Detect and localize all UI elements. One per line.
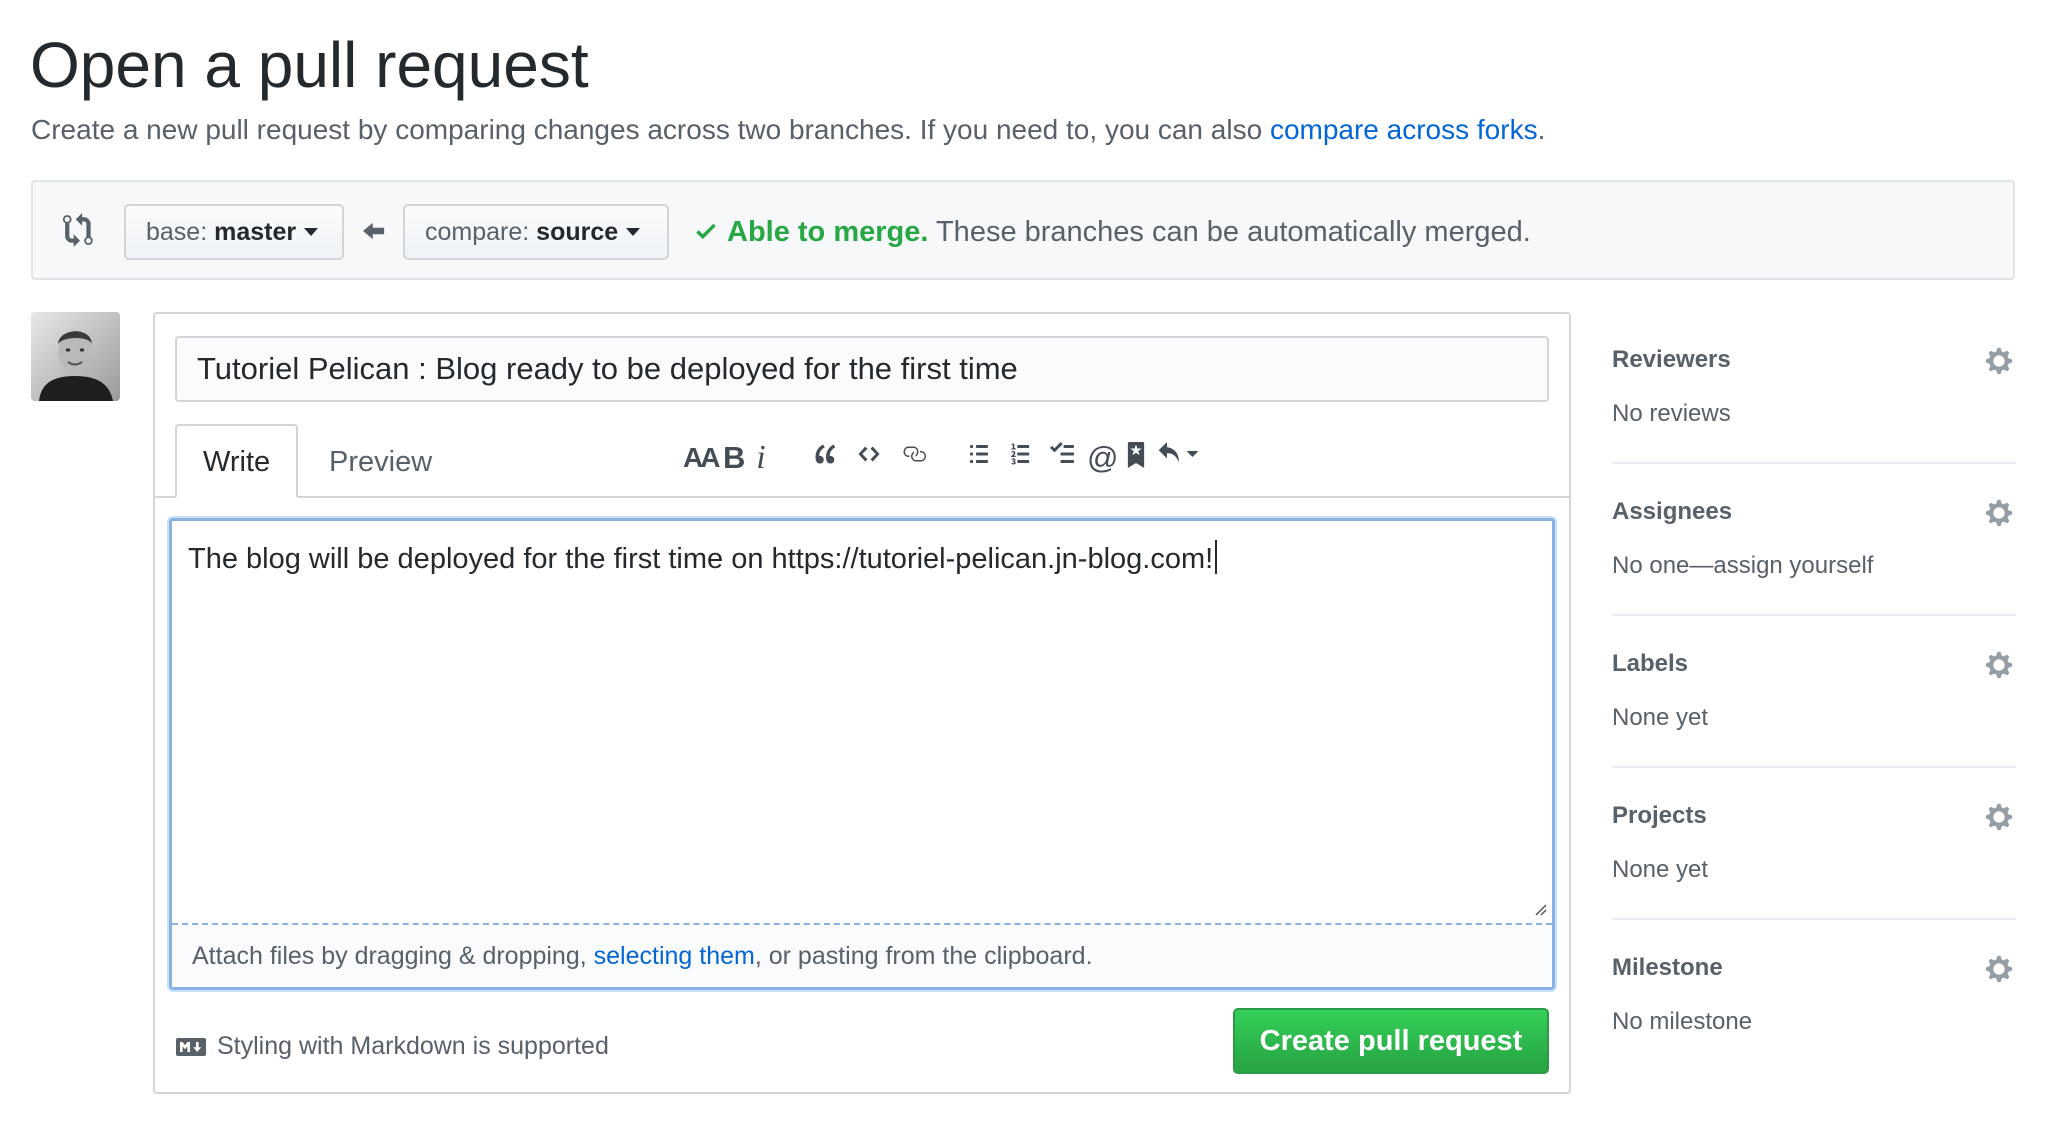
assignees-value[interactable]: No one—assign yourself [1612,550,1873,582]
saved-replies-button[interactable] [1157,436,1201,480]
link-button[interactable] [899,436,929,480]
sidebar-labels: Labels None yet [1612,616,2016,768]
subtitle-suffix: . [1537,114,1546,145]
page-title: Open a pull request [30,29,589,101]
tab-write[interactable]: Write [175,424,299,498]
sidebar-reviewers: Reviewers No reviews [1612,312,2016,464]
labels-heading[interactable]: Labels [1612,648,1688,680]
markdown-icon [176,1038,206,1056]
select-files-link[interactable]: selecting them [594,942,755,970]
merge-ok-label: Able to merge. [727,216,929,248]
italic-button[interactable]: i [753,436,769,480]
header-text-button[interactable]: AA [683,436,720,480]
compare-branch-name: source [536,218,619,246]
chevron-down-icon [626,227,641,236]
page-subtitle: Create a new pull request by comparing c… [31,112,1545,148]
sidebar-assignees: Assignees No one—assign yourself [1612,464,2016,616]
attach-text: Attach files by dragging & dropping, [192,942,594,970]
base-branch-select[interactable]: base: master [124,204,344,260]
quote-button[interactable] [813,436,839,480]
quote-icon [815,444,836,464]
bookmark-icon [1127,442,1145,468]
resize-handle-icon[interactable] [1532,901,1548,917]
attach-suffix: , or pasting from the clipboard. [754,942,1093,970]
arrow-left-icon [363,222,385,240]
subtitle-text: Create a new pull request by comparing c… [31,114,1270,145]
reviewers-value: No reviews [1612,400,1731,427]
sidebar-milestone: Milestone No milestone [1612,920,2016,1072]
check-icon [696,223,716,240]
assignees-heading[interactable]: Assignees [1612,496,1732,528]
tab-preview[interactable]: Preview [301,424,460,498]
base-branch-name: master [214,218,297,246]
milestone-value: No milestone [1612,1008,1753,1035]
merge-status: Able to merge. These branches can be aut… [693,212,1531,252]
compare-range-bar: base: master compare: source Able to mer… [31,180,2015,280]
chevron-down-icon [304,227,319,236]
markdown-note-text: Styling with Markdown is supported [217,1032,609,1060]
milestone-heading[interactable]: Milestone [1612,952,1723,984]
projects-heading[interactable]: Projects [1612,800,1707,832]
labels-value: None yet [1612,704,1709,731]
pr-title-input[interactable]: Tutoriel Pelican : Blog ready to be depl… [175,336,1549,402]
reply-icon [1158,442,1199,463]
pr-body-text: The blog will be deployed for the first … [188,539,1218,579]
reviewers-heading[interactable]: Reviewers [1612,344,1731,376]
avatar-photo [31,312,120,401]
gear-icon[interactable] [1984,498,2014,528]
code-icon [858,446,880,462]
unordered-list-icon [970,445,988,463]
bold-button[interactable]: B [723,436,745,480]
sidebar-projects: Projects None yet [1612,768,2016,920]
base-prefix: base: [146,218,215,246]
gear-icon[interactable] [1984,954,2014,984]
code-button[interactable] [855,436,883,480]
text-cursor [1215,540,1218,574]
projects-value: None yet [1612,856,1709,883]
file-attach-bar[interactable]: Attach files by dragging & dropping, sel… [172,923,1552,987]
markdown-note[interactable]: Styling with Markdown is supported [175,1028,609,1064]
compare-branch-select[interactable]: compare: source [403,204,669,260]
pr-body-value: The blog will be deployed for the first … [188,543,1214,575]
ordered-list-button[interactable] [1007,436,1035,480]
gear-icon[interactable] [1984,650,2014,680]
pr-body-textarea[interactable]: The blog will be deployed for the first … [169,518,1555,990]
merge-detail: These branches can be automatically merg… [928,216,1531,248]
unordered-list-button[interactable] [965,436,993,480]
link-icon [903,446,926,462]
gear-icon[interactable] [1984,802,2014,832]
task-list-button[interactable] [1047,436,1077,480]
compare-prefix: compare: [425,218,537,246]
git-compare-icon [63,213,93,247]
gear-icon[interactable] [1984,346,2014,376]
create-pull-request-button[interactable]: Create pull request [1233,1008,1549,1074]
task-list-icon [1050,442,1074,463]
pull-request-form: Tutoriel Pelican : Blog ready to be depl… [153,312,1571,1094]
compare-across-forks-link[interactable]: compare across forks [1270,114,1538,145]
avatar[interactable] [31,312,120,401]
reference-button[interactable] [1125,436,1147,480]
mention-button[interactable]: @ [1087,436,1118,480]
ordered-list-icon [1011,443,1030,465]
